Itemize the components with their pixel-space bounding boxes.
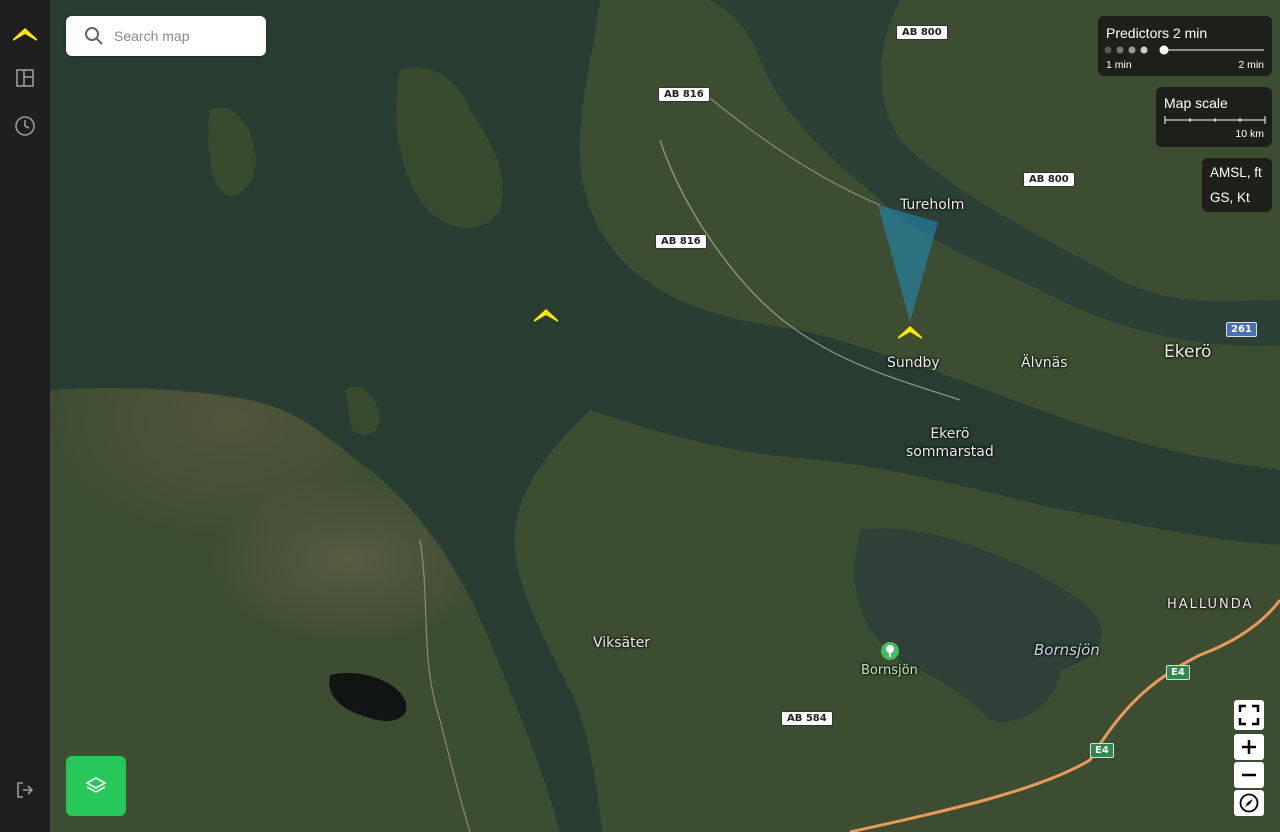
search-input[interactable] <box>112 27 256 45</box>
units-panel: AMSL, ft GS, Kt <box>1202 158 1272 212</box>
place-label-alvnas: Älvnäs <box>1021 355 1068 371</box>
place-label-viksater: Viksäter <box>593 635 650 651</box>
predictor-step-1 <box>1104 46 1112 54</box>
predictor-step-2 <box>1116 46 1124 54</box>
poi-tree-icon <box>881 642 899 660</box>
map-scale-title: Map scale <box>1164 95 1228 111</box>
fullscreen-icon <box>1238 704 1260 726</box>
place-label-tureholm: Tureholm <box>900 197 965 213</box>
own-aircraft-marker-icon[interactable] <box>897 323 923 339</box>
search-box[interactable] <box>66 16 266 56</box>
predictor-step-4 <box>1140 46 1148 54</box>
logout-button[interactable] <box>0 768 50 812</box>
compass-button[interactable] <box>1234 790 1264 816</box>
sidebar <box>0 0 50 832</box>
fullscreen-button[interactable] <box>1234 700 1264 730</box>
logout-icon <box>17 782 34 798</box>
road-shield-261: 261 <box>1226 322 1257 337</box>
predictors-max-label: 2 min <box>1238 59 1264 71</box>
road-shield-ab584: AB 584 <box>781 711 833 726</box>
road-shield-e4-lower: E4 <box>1090 743 1114 758</box>
road-shield-ab816-mid: AB 816 <box>655 234 707 249</box>
predictors-panel: Predictors 2 min 1 min 2 min <box>1098 16 1272 76</box>
road-shield-ab800-top: AB 800 <box>896 25 948 40</box>
altitude-unit-label[interactable]: AMSL, ft <box>1210 165 1262 180</box>
predictor-step-3 <box>1128 46 1136 54</box>
scale-bar <box>1164 116 1266 124</box>
satellite-map[interactable] <box>50 0 1280 832</box>
clock-icon <box>15 116 35 136</box>
zoom-out-button[interactable] <box>1234 762 1264 788</box>
map-scale-label: 10 km <box>1235 128 1264 140</box>
predictors-slider[interactable] <box>1104 44 1268 56</box>
layers-button[interactable] <box>66 756 126 816</box>
place-label-hallunda: HALLUNDA <box>1167 597 1254 612</box>
place-label-sundby: Sundby <box>887 355 940 371</box>
map-terrain <box>50 0 1280 832</box>
road-shield-ab816-top: AB 816 <box>658 87 710 102</box>
compass-icon <box>1239 793 1259 813</box>
zoom-out-icon <box>1242 773 1256 777</box>
lake-label-bornsjon: Bornsjön <box>1034 641 1100 659</box>
zoom-in-icon <box>1242 740 1256 754</box>
predictors-min-label: 1 min <box>1106 59 1132 71</box>
predictor-step-5-handle <box>1159 45 1169 55</box>
search-icon <box>85 27 103 45</box>
speed-unit-label[interactable]: GS, Kt <box>1210 190 1250 205</box>
map-scale-panel: Map scale 10 km <box>1156 87 1272 147</box>
history-button[interactable] <box>0 104 50 148</box>
road-shield-e4-upper: E4 <box>1166 665 1190 680</box>
poi-label-bornsjon: Bornsjön <box>861 663 918 678</box>
place-label-ekero-sommarstad: Ekerö sommarstad <box>906 426 994 460</box>
place-label-ekero: Ekerö <box>1164 342 1212 362</box>
logo-chevron-icon <box>13 28 37 41</box>
home-logo-button[interactable] <box>0 11 50 55</box>
panel-layout-icon <box>16 69 34 87</box>
zoom-in-button[interactable] <box>1234 734 1264 760</box>
road-shield-ab800-right: AB 800 <box>1023 172 1075 187</box>
layers-icon <box>85 777 107 793</box>
aircraft-marker-icon[interactable] <box>533 306 559 322</box>
predictors-title: Predictors 2 min <box>1106 25 1208 41</box>
panel-layout-button[interactable] <box>0 56 50 100</box>
